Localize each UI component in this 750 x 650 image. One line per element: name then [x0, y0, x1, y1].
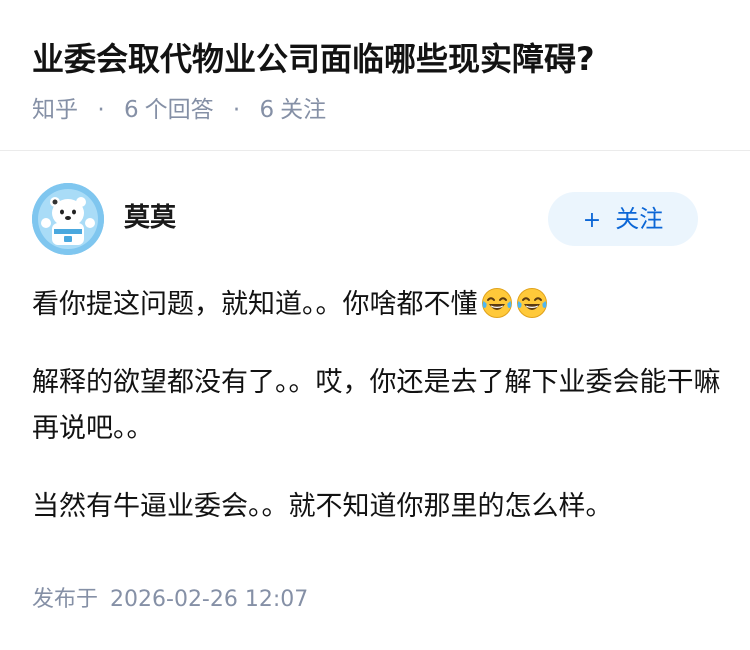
answer-paragraph: 解释的欲望都没有了。。哎，你还是去了解下业委会能干嘛再说吧。。 [32, 367, 721, 444]
author-row: 莫莫 + 关注 [32, 183, 722, 258]
meta-separator: · [232, 97, 241, 123]
question-header: 业委会取代物业公司面临哪些现实障碍? 知乎 · 6 个回答 · 6 关注 [0, 0, 750, 151]
author-name[interactable]: 莫莫 [124, 200, 176, 236]
published-time: 2026-02-26 12:07 [110, 587, 309, 612]
follow-button-label: 关注 [615, 205, 664, 233]
tears-of-joy-emoji-icon [481, 288, 512, 318]
question-meta: 知乎 · 6 个回答 · 6 关注 [32, 93, 326, 127]
published-label: 发布于 [32, 587, 99, 612]
follower-count-label: 关注 [280, 97, 327, 123]
answer-count-link[interactable]: 6 个回答 [124, 97, 221, 123]
answer-paragraph: 看你提这问题，就知道。。你啥都不懂 [32, 282, 722, 328]
answer-count-label: 个回答 [144, 97, 214, 123]
answer-content: 看你提这问题，就知道。。你啥都不懂 解释的欲望都没有了。。哎，你还是去了解下业委… [32, 282, 722, 562]
follower-count: 6 [259, 97, 275, 123]
follow-button[interactable]: + 关注 [548, 192, 698, 246]
answer-paragraph-text: 看你提这问题，就知道。。你啥都不懂 [32, 289, 478, 320]
meta-separator: · [97, 97, 105, 123]
avatar[interactable] [32, 183, 104, 255]
plus-icon: + [582, 208, 602, 233]
avatar-cartoon-bear-icon [32, 183, 104, 255]
answer-paragraph: 当然有牛逼业委会。。就不知道你那里的怎么样。 [32, 491, 613, 522]
tears-of-joy-emoji-icon [516, 288, 547, 318]
answer-count: 6 [123, 97, 139, 123]
question-title[interactable]: 业委会取代物业公司面临哪些现实障碍? [32, 35, 595, 83]
publish-info: 发布于 2026-02-26 12:07 [32, 583, 308, 617]
source-label[interactable]: 知乎 [32, 97, 78, 123]
follower-count-link[interactable]: 6 关注 [260, 97, 327, 123]
